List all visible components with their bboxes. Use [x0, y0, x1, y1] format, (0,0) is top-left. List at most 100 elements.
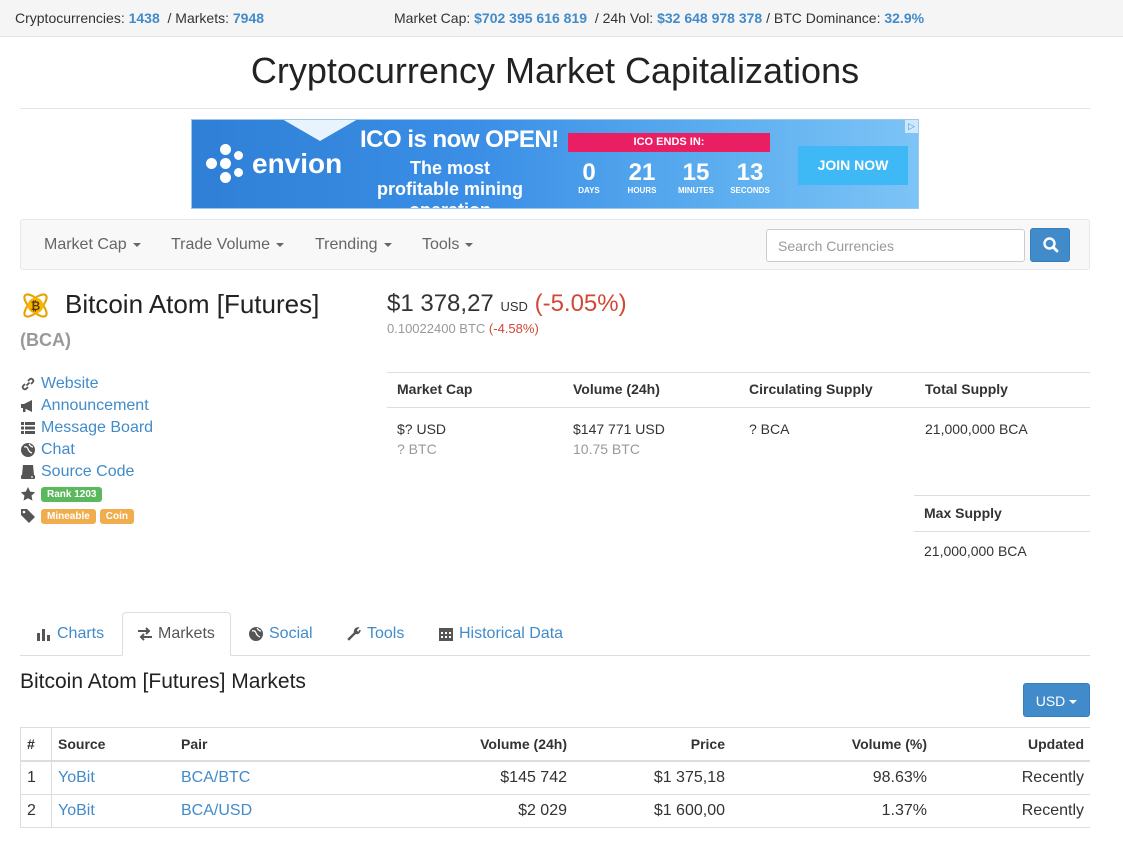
ad-choices-icon[interactable]: ▷ [905, 120, 918, 133]
table-row: 1 YoBit BCA/BTC $145 742 $1 375,18 98.63… [20, 760, 1090, 795]
rank-row: Rank 1203 [20, 483, 153, 505]
currency-dropdown-button[interactable]: USD [1023, 683, 1090, 717]
row-source[interactable]: YoBit [51, 794, 175, 828]
coin-links: Website Announcement Message Board Chat … [20, 373, 153, 527]
tab-historical-data[interactable]: Historical Data [438, 612, 563, 656]
row-rank: 1 [20, 760, 52, 795]
col-volume-24h[interactable]: Volume (24h) [347, 727, 573, 762]
ad-banner[interactable]: envion ICO is now OPEN! The most profita… [191, 119, 919, 209]
market-cap-cell: $? USD ? BTC [397, 419, 446, 459]
chat-link[interactable]: Chat [20, 439, 153, 461]
tags-row: Mineable Coin [20, 505, 153, 527]
col-updated[interactable]: Updated [933, 727, 1090, 762]
col-pair[interactable]: Pair [175, 727, 347, 762]
rank-badge: Rank 1203 [41, 486, 103, 502]
star-icon [20, 487, 36, 501]
svg-text:₿: ₿ [31, 300, 40, 313]
circulating-supply-value: ? BCA [749, 421, 790, 437]
price-usd-value: $1 378,27 [387, 290, 494, 317]
search-icon [1043, 237, 1059, 253]
caret-down-icon [383, 242, 392, 247]
tab-markets[interactable]: Markets [122, 612, 231, 656]
markets-count[interactable]: 7948 [233, 10, 264, 26]
calendar-icon [439, 628, 453, 641]
header-max-supply: Max Supply [914, 495, 1090, 532]
volume-btc: 10.75 BTC [573, 441, 640, 457]
caret-down-icon [465, 242, 474, 247]
coin-stats-table: Market Cap Volume (24h) Circulating Supp… [387, 372, 1090, 457]
row-pair[interactable]: BCA/USD [175, 794, 347, 828]
max-supply-box: Max Supply 21,000,000 BCA [914, 495, 1090, 559]
source-code-link[interactable]: Source Code [20, 461, 153, 483]
link-icon [21, 377, 35, 391]
volume-cell: $147 771 USD 10.75 BTC [573, 419, 665, 459]
col-rank[interactable]: # [20, 727, 52, 762]
nav-tools-dropdown[interactable]: Tools [422, 220, 474, 269]
row-source[interactable]: YoBit [51, 760, 175, 795]
col-volume-percent[interactable]: Volume (%) [731, 727, 933, 762]
col-price[interactable]: Price [573, 727, 731, 762]
countdown-seconds: 13 SECONDS [730, 159, 770, 196]
nav-trade-volume-dropdown[interactable]: Trade Volume [171, 220, 285, 269]
price-usd: $1 378,27 USD (-5.05%) [387, 290, 627, 318]
announcement-link[interactable]: Announcement [20, 395, 153, 417]
main-navbar: Market Cap Trade Volume Trending Tools [20, 219, 1090, 270]
tag-icon [21, 509, 35, 523]
nav-trending-dropdown[interactable]: Trending [315, 220, 392, 269]
banner-brand: envion [252, 148, 343, 179]
caret-down-icon [132, 242, 141, 247]
globe-icon [249, 627, 263, 641]
markets-header-row: # Source Pair Volume (24h) Price Volume … [20, 727, 1090, 762]
search-input[interactable] [766, 229, 1025, 262]
countdown-minutes: 15 MINUTES [678, 159, 714, 196]
row-pair[interactable]: BCA/BTC [175, 760, 347, 795]
global-stats-bar: Cryptocurrencies: 1438 / Markets: 7948 M… [0, 0, 1123, 37]
tag-mineable[interactable]: Mineable [41, 508, 96, 524]
website-link[interactable]: Website [20, 373, 153, 395]
header-total-supply: Total Supply [925, 381, 1008, 397]
header-market-cap: Market Cap [397, 381, 473, 397]
banner-ends-label: ICO ENDS IN: [568, 133, 770, 152]
page-title: Cryptocurrency Market Capitalizations [250, 50, 860, 91]
btc-dominance-value[interactable]: 32.9% [884, 10, 924, 26]
row-price: $1 600,00 [573, 794, 731, 828]
volume-usd: $147 771 USD [573, 421, 665, 437]
market-cap-btc: ? BTC [397, 441, 437, 457]
col-source[interactable]: Source [51, 727, 175, 762]
row-volume-percent: 1.37% [731, 794, 933, 828]
volume-label: / 24h Vol: [594, 10, 654, 26]
coin-symbol: (BCA) [20, 330, 71, 350]
total-supply-value: 21,000,000 BCA [925, 421, 1028, 437]
price-usd-unit: USD [500, 299, 528, 314]
row-volume: $2 029 [347, 794, 573, 828]
header-volume-24h: Volume (24h) [573, 381, 660, 397]
markets-label: / Markets: [167, 10, 229, 26]
tab-social[interactable]: Social [248, 612, 313, 656]
caret-down-icon [1069, 700, 1078, 705]
tab-charts[interactable]: Charts [36, 612, 104, 656]
table-row: 2 YoBit BCA/USD $2 029 $1 600,00 1.37% R… [20, 794, 1090, 828]
max-supply-value: 21,000,000 BCA [924, 543, 1027, 559]
search-button[interactable] [1030, 228, 1070, 262]
price-btc: 0.10022400 BTC (-4.58%) [387, 321, 539, 336]
cryptocurrencies-count[interactable]: 1438 [129, 10, 160, 26]
row-updated: Recently [933, 794, 1090, 828]
markets-section-title: Bitcoin Atom [Futures] Markets [20, 670, 306, 693]
row-price: $1 375,18 [573, 760, 731, 795]
tag-coin[interactable]: Coin [99, 508, 135, 524]
volume-value[interactable]: $32 648 978 378 [657, 10, 762, 26]
countdown-hours: 21 HOURS [627, 159, 657, 196]
list-icon [21, 422, 35, 434]
global-stats-right: Market Cap: $702 395 616 819 / 24h Vol: … [394, 0, 924, 37]
join-now-button[interactable]: JOIN NOW [798, 146, 908, 185]
nav-market-cap-dropdown[interactable]: Market Cap [44, 220, 141, 269]
row-volume: $145 742 [347, 760, 573, 795]
tab-tools[interactable]: Tools [346, 612, 404, 656]
btc-dominance-label: / BTC Dominance: [766, 10, 881, 26]
countdown-days: 0 DAYS [578, 159, 600, 196]
message-board-link[interactable]: Message Board [20, 417, 153, 439]
hard-drive-icon [21, 465, 35, 479]
row-rank: 2 [20, 794, 52, 828]
banner-headline: ICO is now OPEN! [360, 126, 559, 153]
market-cap-value[interactable]: $702 395 616 819 [474, 10, 587, 26]
